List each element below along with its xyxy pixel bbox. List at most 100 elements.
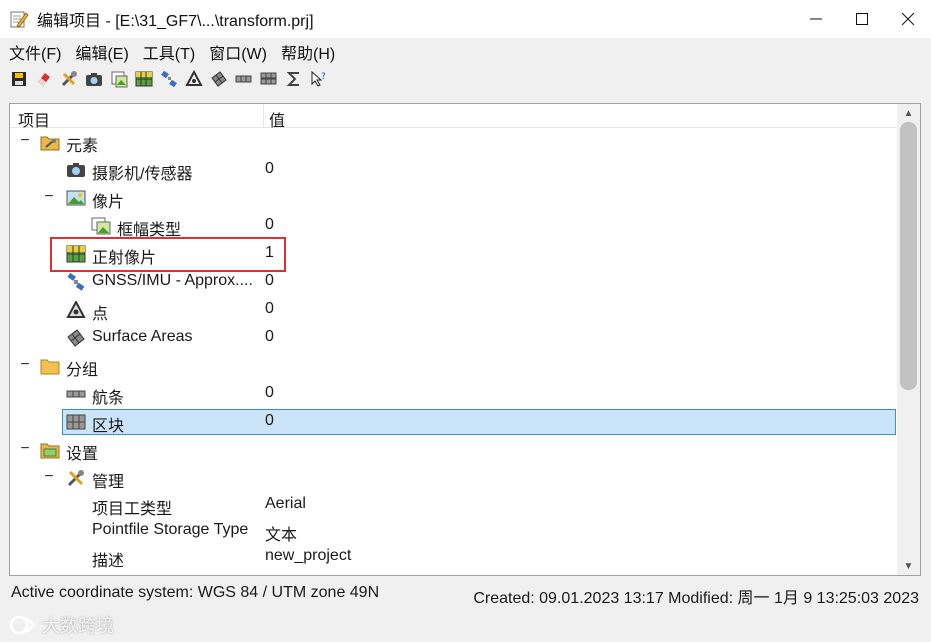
blocks-button[interactable] (256, 67, 281, 91)
collapse-toggle[interactable]: − (42, 188, 56, 206)
tree-row-label: 航条 (92, 390, 125, 407)
blocks-icon (66, 414, 86, 430)
project-tree-panel: 项目 值 − 元素 摄影机/传感器 0 − 像片 框幅类型 0 正射像片 1 G… (9, 103, 921, 576)
collapse-toggle[interactable]: − (18, 132, 32, 150)
collapse-toggle[interactable]: − (42, 468, 56, 486)
tree-row-label: Pointfile Storage Type (92, 521, 249, 538)
tree-row[interactable]: − 元素 (10, 128, 897, 156)
tree-row[interactable]: 项目工类型 Aerial (10, 491, 897, 519)
frame-image-button[interactable] (106, 67, 131, 91)
close-icon (901, 12, 915, 26)
menu-bar: 文件(F) 编辑(E) 工具(T) 窗口(W) 帮助(H) (0, 38, 931, 66)
tree-row-value: 0 (265, 216, 274, 233)
ortho-image-icon (135, 71, 152, 87)
strips-icon (66, 390, 86, 398)
tree-row-value: 0 (265, 300, 274, 317)
satellite-icon (67, 273, 85, 291)
tree-row[interactable]: Surface Areas 0 (10, 324, 897, 352)
tree-row-label: 元素 (66, 138, 99, 155)
help-pointer-icon: ? (311, 70, 326, 87)
tree-row[interactable]: − 设置 (10, 436, 897, 464)
tree-row[interactable]: 框幅类型 0 (10, 212, 897, 240)
scroll-down-arrow-icon[interactable]: ▼ (897, 557, 920, 575)
tools-icon (67, 470, 84, 487)
status-bar: Active coordinate system: WGS 84 / UTM z… (0, 580, 931, 607)
tree-row[interactable]: Pointfile Storage Type 文本 (10, 517, 897, 545)
tree-row-value: 0 (265, 384, 274, 401)
scroll-up-arrow-icon[interactable]: ▲ (897, 104, 920, 122)
scroll-thumb[interactable] (900, 122, 917, 390)
toolbar: ? (0, 66, 931, 92)
sigma-button[interactable] (281, 67, 306, 91)
maximize-button[interactable] (839, 0, 885, 38)
bottom-band (0, 606, 931, 642)
strips-icon (235, 75, 251, 83)
tree-row-label: Surface Areas (92, 328, 193, 345)
surface-button[interactable] (206, 67, 231, 91)
status-coordinate-system: Active coordinate system: WGS 84 / UTM z… (11, 584, 380, 601)
tree-row[interactable]: GNSS/IMU - Approx.... 0 (10, 268, 897, 296)
tree-row-label: 正射像片 (92, 250, 157, 267)
folder-icon (40, 359, 60, 375)
tree-row-label: 设置 (66, 446, 99, 463)
help-pointer-button[interactable]: ? (306, 67, 331, 91)
tree-row[interactable]: 描述 new_project (10, 543, 897, 571)
ortho-image-button[interactable] (131, 67, 156, 91)
ortho-image-icon (66, 245, 86, 263)
tree-row[interactable]: 区块 0 (10, 408, 897, 436)
collapse-toggle[interactable]: − (18, 356, 32, 374)
tree-row-label: GNSS/IMU - Approx.... (92, 272, 253, 289)
points-icon (66, 301, 86, 318)
close-button[interactable] (885, 0, 931, 38)
tree-row-value: 文本 (265, 527, 298, 544)
menu-help[interactable]: 帮助(H) (274, 40, 342, 64)
surface-icon (210, 71, 227, 87)
tree-row[interactable]: 航条 0 (10, 380, 897, 408)
tools-button[interactable] (56, 67, 81, 91)
tree-row-label: 框幅类型 (117, 222, 182, 239)
tree-row[interactable]: 点 0 (10, 296, 897, 324)
camera-icon (85, 73, 102, 86)
vertical-scrollbar[interactable]: ▲ ▼ (897, 104, 920, 575)
selection-highlight (62, 409, 896, 435)
watermark: 大数跨境 (8, 612, 114, 638)
image-icon (66, 190, 86, 206)
eraser-button[interactable] (31, 67, 56, 91)
status-dates: Created: 09.01.2023 13:17 Modified: 周一 1… (473, 590, 919, 607)
save-icon (11, 72, 26, 86)
menu-file[interactable]: 文件(F) (2, 40, 68, 64)
tree-row-label: 点 (92, 306, 109, 323)
save-button[interactable] (6, 67, 31, 91)
menu-tools[interactable]: 工具(T) (136, 40, 202, 64)
tree-row-value: 0 (265, 328, 274, 345)
tree-row-label: 像片 (92, 194, 125, 211)
satellite-button[interactable] (156, 67, 181, 91)
tree-row[interactable]: − 分组 (10, 352, 897, 380)
tree-row-value: 0 (265, 272, 274, 289)
tools-icon (61, 71, 77, 87)
tree-row-value: Aerial (265, 495, 306, 512)
menu-edit[interactable]: 编辑(E) (68, 40, 135, 64)
camera-button[interactable] (81, 67, 106, 91)
tree-row[interactable]: 正射像片 1 (10, 240, 897, 268)
menu-window[interactable]: 窗口(W) (202, 40, 274, 64)
frame-image-icon (91, 217, 111, 235)
collapse-toggle[interactable]: − (18, 440, 32, 458)
tree-row[interactable]: 摄影机/传感器 0 (10, 156, 897, 184)
minimize-button[interactable] (793, 0, 839, 38)
strips-button[interactable] (231, 67, 256, 91)
points-icon (184, 70, 203, 86)
tree-row-value: 1 (265, 244, 274, 261)
camera-icon (67, 163, 85, 177)
column-separator[interactable] (263, 104, 264, 128)
tree-row-label: 摄影机/传感器 (92, 166, 193, 183)
tree-row-value: new_project (265, 547, 352, 564)
points-button[interactable] (181, 67, 206, 91)
tree-row-value: 0 (265, 160, 274, 177)
tree-row[interactable]: − 像片 (10, 184, 897, 212)
edit-project-icon (10, 11, 29, 28)
svg-text:?: ? (321, 72, 326, 82)
tree-row-value: 0 (265, 412, 274, 429)
settings-folder-icon (40, 443, 60, 459)
tree-row[interactable]: − 管理 (10, 464, 897, 492)
